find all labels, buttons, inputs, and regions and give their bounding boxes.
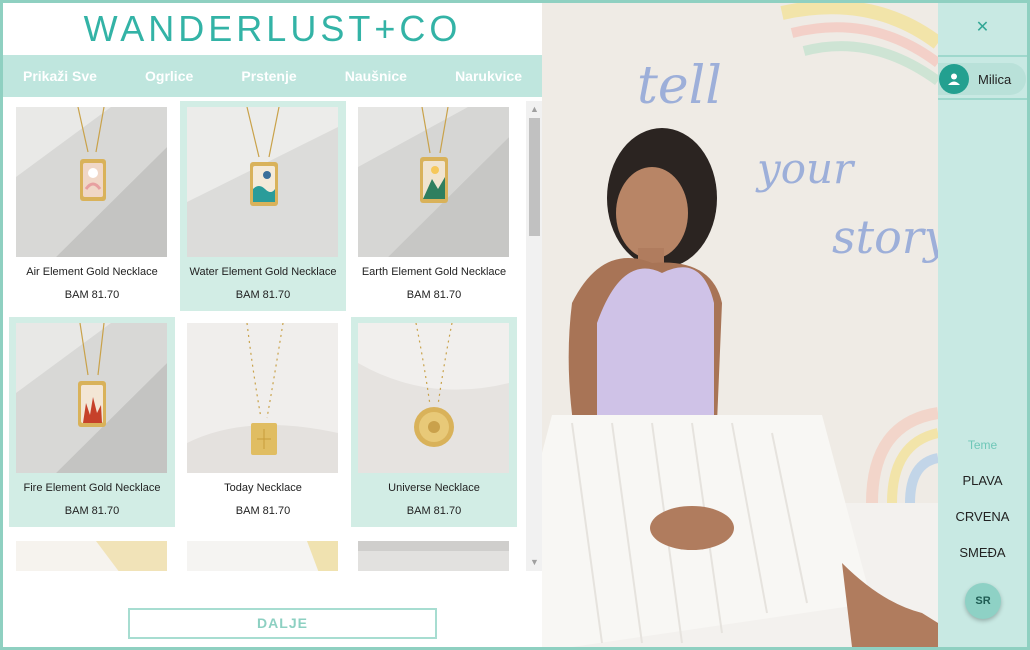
divider xyxy=(938,55,1027,57)
svg-text:your: your xyxy=(755,144,856,193)
product-image[interactable] xyxy=(358,107,509,257)
product-image[interactable] xyxy=(187,107,338,257)
product-name[interactable]: Air Element Gold Necklace xyxy=(9,266,175,278)
theme-option-brown[interactable]: SMEĐA xyxy=(938,545,1027,560)
product-image[interactable] xyxy=(358,323,509,473)
product-image[interactable] xyxy=(358,541,509,571)
person-icon xyxy=(939,64,969,94)
product-card[interactable]: Air Element Gold Necklace BAM 81.70 xyxy=(9,101,175,311)
scroll-thumb[interactable] xyxy=(529,118,540,236)
product-price: BAM 81.70 xyxy=(406,505,462,517)
product-card[interactable]: Today Necklace BAM 81.70 xyxy=(180,317,346,527)
product-card[interactable]: Fire Element Gold Necklace BAM 81.70 xyxy=(9,317,175,527)
svg-text:tell: tell xyxy=(637,56,722,116)
themes-heading: Teme xyxy=(967,438,998,452)
product-name[interactable]: Water Element Gold Necklace xyxy=(180,266,346,278)
user-name: Milica xyxy=(978,71,1012,87)
brand-logo[interactable]: WANDERLUST+CO xyxy=(84,8,462,50)
nav-item-all[interactable]: Prikaži Sve xyxy=(23,68,97,84)
close-icon[interactable]: ✕ xyxy=(938,17,1027,37)
product-name[interactable]: Universe Necklace xyxy=(351,482,517,494)
product-image[interactable] xyxy=(16,323,167,473)
product-price: BAM 81.70 xyxy=(235,505,291,517)
product-image[interactable] xyxy=(16,107,167,257)
nav-item-bracelets[interactable]: Narukvice xyxy=(455,68,522,84)
product-image[interactable] xyxy=(16,541,167,571)
scroll-up-arrow-icon[interactable]: ▲ xyxy=(526,101,543,118)
product-card[interactable]: Earth Element Gold Necklace BAM 81.70 xyxy=(351,101,517,311)
product-image[interactable] xyxy=(187,323,338,473)
product-card[interactable]: Water Element Gold Necklace BAM 81.70 xyxy=(180,101,346,311)
product-name[interactable]: Today Necklace xyxy=(180,482,346,494)
product-card[interactable]: Universe Necklace BAM 81.70 xyxy=(351,317,517,527)
catalog-panel: WANDERLUST+CO Prikaži Sve Ogrlice Prsten… xyxy=(3,3,543,647)
nav-item-necklaces[interactable]: Ogrlice xyxy=(145,68,193,84)
nav-item-earrings[interactable]: Naušnice xyxy=(345,68,407,84)
app-window: WANDERLUST+CO Prikaži Sve Ogrlice Prsten… xyxy=(0,0,1030,650)
nav-item-rings[interactable]: Prstenje xyxy=(241,68,296,84)
theme-option-red[interactable]: CRVENA xyxy=(938,509,1027,524)
svg-text:story: story xyxy=(832,210,938,264)
product-price: BAM 81.70 xyxy=(64,505,120,517)
product-grid: Air Element Gold Necklace BAM 81.70 Wate… xyxy=(6,101,525,571)
product-name[interactable]: Earth Element Gold Necklace xyxy=(351,266,517,278)
user-profile[interactable]: Milica xyxy=(938,63,1026,95)
hero-image: tell your story xyxy=(542,3,938,647)
next-page-button[interactable]: DALJE xyxy=(128,608,437,639)
scroll-down-arrow-icon[interactable]: ▼ xyxy=(526,554,543,571)
product-price: BAM 81.70 xyxy=(64,289,120,301)
header: WANDERLUST+CO xyxy=(3,3,542,55)
product-name[interactable]: Fire Element Gold Necklace xyxy=(9,482,175,494)
language-button[interactable]: SR xyxy=(965,583,1001,619)
divider xyxy=(938,98,1027,100)
category-nav: Prikaži Sve Ogrlice Prstenje Naušnice Na… xyxy=(3,55,542,97)
side-menu: ✕ Milica Teme PLAVA CRVENA SMEĐA SR xyxy=(938,3,1027,647)
product-image[interactable] xyxy=(187,541,338,571)
product-price: BAM 81.70 xyxy=(406,289,462,301)
product-scrollbar[interactable]: ▲ ▼ xyxy=(526,101,543,571)
theme-option-blue[interactable]: PLAVA xyxy=(938,473,1027,488)
product-price: BAM 81.70 xyxy=(235,289,291,301)
